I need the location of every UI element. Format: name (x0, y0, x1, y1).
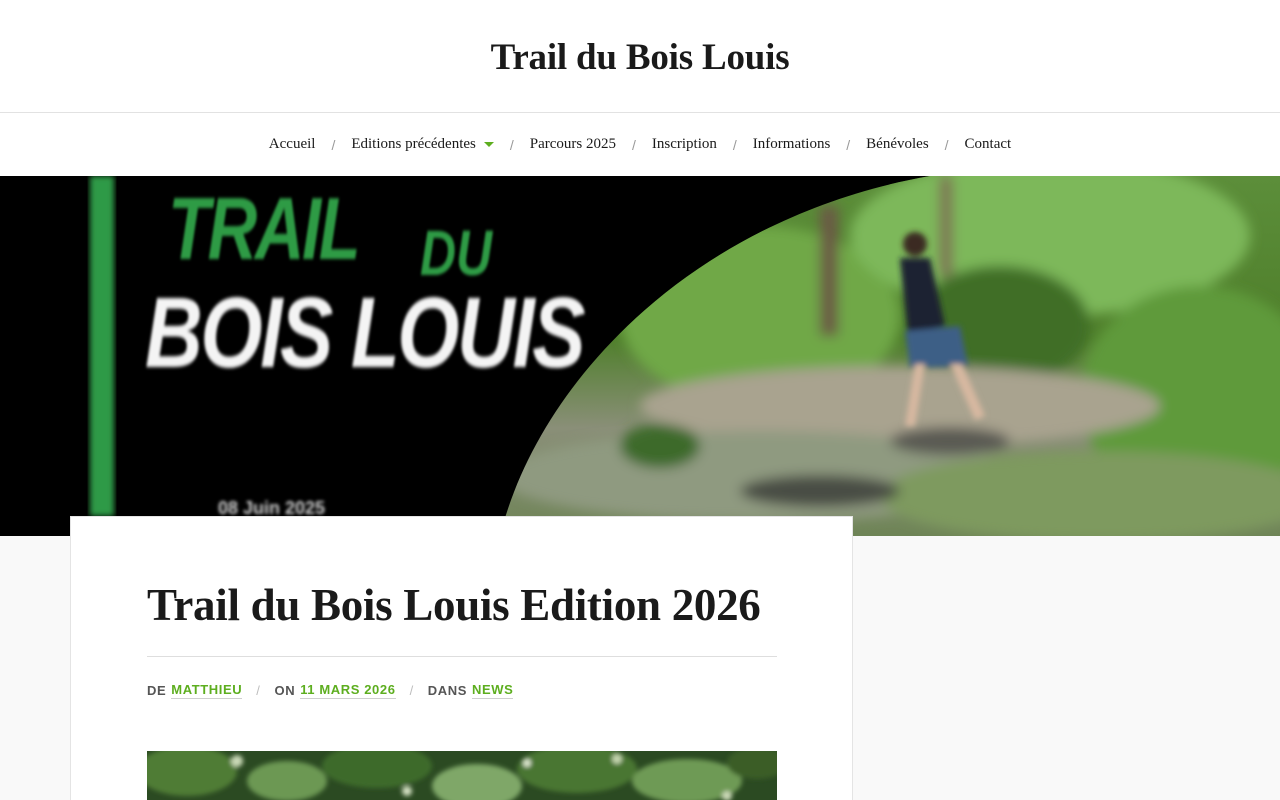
meta-separator: / (409, 683, 414, 698)
hero-banner: TRAIL DU BOIS LOUIS 08 Juin 2025 (0, 176, 1280, 536)
nav-separator: / (944, 136, 949, 153)
post-featured-image (147, 751, 777, 800)
main-navigation: Accueil / Editions précédentes / Parcour… (0, 113, 1280, 176)
nav-link-inscription[interactable]: Inscription (652, 136, 717, 153)
nav-item-benevoles: Bénévoles / (866, 136, 964, 153)
nav-separator: / (732, 136, 737, 153)
nav-link-contact[interactable]: Contact (965, 136, 1012, 153)
nav-separator: / (846, 136, 851, 153)
nav-link-benevoles[interactable]: Bénévoles (866, 136, 928, 153)
meta-author-link[interactable]: Matthieu (171, 682, 243, 699)
post-card: Trail du Bois Louis Edition 2026 De Matt… (70, 516, 853, 800)
site-header: Trail du Bois Louis (0, 0, 1280, 113)
meta-separator: / (256, 683, 261, 698)
nav-item-editions-precedentes: Editions précédentes / (351, 136, 529, 153)
site-title[interactable]: Trail du Bois Louis (491, 36, 790, 79)
meta-author-label: De (147, 683, 167, 698)
post-meta: De Matthieu / On 11 mars 2026 / Dans New… (147, 682, 514, 699)
nav-link-parcours-2025[interactable]: Parcours 2025 (530, 136, 616, 153)
meta-date-label: On (274, 683, 296, 698)
post-divider (147, 656, 777, 657)
hero-logo-bois-louis: BOIS LOUIS (145, 277, 586, 389)
nav-separator: / (509, 136, 514, 153)
post-image-graphic (147, 751, 777, 800)
meta-date-link[interactable]: 11 mars 2026 (300, 682, 396, 699)
meta-category-link[interactable]: News (472, 682, 514, 699)
meta-category-label: Dans (427, 683, 468, 698)
chevron-down-icon[interactable] (483, 142, 494, 147)
post-title[interactable]: Trail du Bois Louis Edition 2026 (147, 579, 761, 631)
nav-list: Accueil / Editions précédentes / Parcour… (0, 113, 1280, 176)
nav-link-informations[interactable]: Informations (753, 136, 830, 153)
hero-logo-text: TRAIL DU BOIS LOUIS 08 Juin 2025 (0, 176, 1280, 536)
nav-item-accueil: Accueil / (269, 136, 352, 153)
nav-item-contact: Contact (965, 136, 1012, 153)
nav-item-parcours-2025: Parcours 2025 / (530, 136, 652, 153)
nav-separator: / (632, 136, 636, 153)
nav-separator: / (331, 136, 336, 153)
nav-item-inscription: Inscription / (652, 136, 753, 153)
nav-item-informations: Informations / (753, 136, 866, 153)
nav-link-editions-precedentes[interactable]: Editions précédentes (351, 136, 476, 153)
hero-logo-trail: TRAIL (168, 179, 361, 278)
nav-link-accueil[interactable]: Accueil (269, 136, 316, 153)
